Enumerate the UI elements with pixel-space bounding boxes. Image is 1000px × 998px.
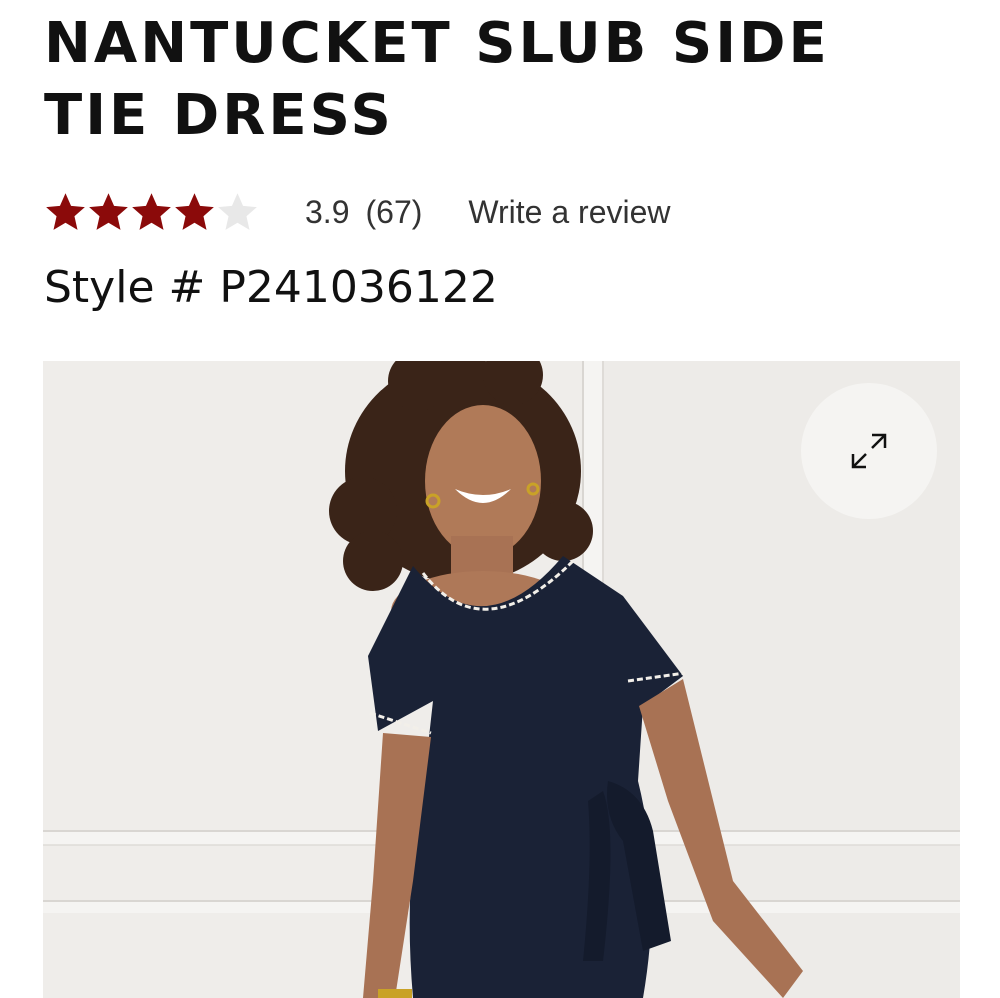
star-filled-icon (44, 190, 87, 234)
write-review-link[interactable]: Write a review (468, 194, 670, 231)
style-number: Style # P241036122 (44, 258, 498, 318)
star-rating[interactable] (44, 190, 274, 234)
product-title: NANTUCKET SLUB SIDE TIE DRESS (44, 11, 830, 148)
expand-image-button[interactable] (801, 383, 937, 519)
star-filled-icon (173, 190, 216, 234)
rating-value: 3.9 (305, 193, 350, 230)
expand-arrows-icon (845, 427, 893, 475)
star-empty-icon (216, 190, 259, 234)
style-value: P241036122 (219, 262, 498, 313)
rating-row: 3.9 (67) Write a review (44, 184, 671, 240)
star-filled-icon (87, 190, 130, 234)
product-page: NANTUCKET SLUB SIDE TIE DRESS 3.9 (67) W… (0, 0, 1000, 998)
star-filled-icon (130, 190, 173, 234)
product-image[interactable] (43, 361, 960, 998)
review-count[interactable]: (67) (365, 194, 422, 231)
style-label: Style # (44, 262, 206, 313)
